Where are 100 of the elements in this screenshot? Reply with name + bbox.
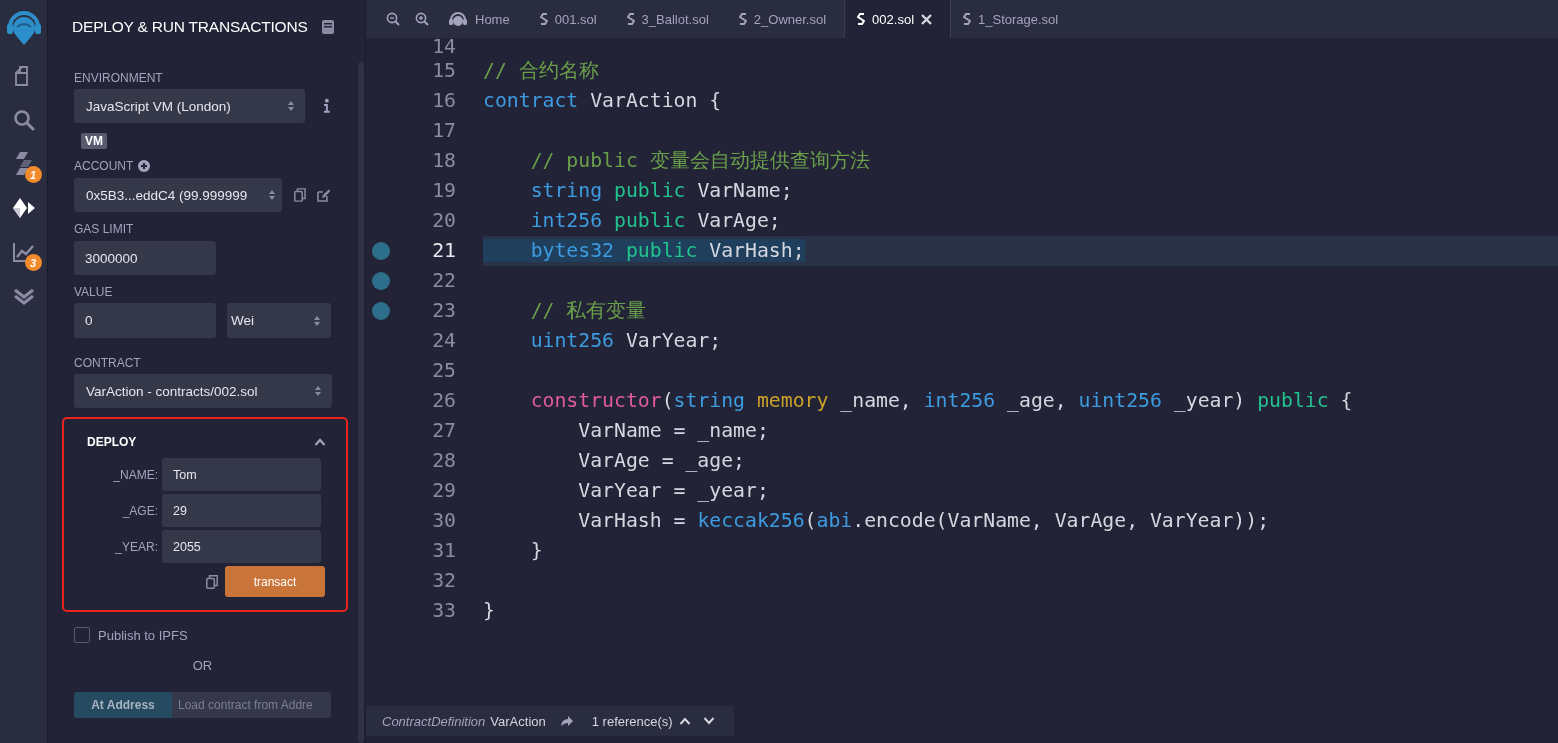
code-line: VarAge = _age;: [577, 449, 745, 472]
forward-arrow-icon[interactable]: [559, 715, 574, 727]
code-line: contract VarAction {: [483, 89, 722, 112]
line-number: 27: [431, 418, 457, 444]
line-number: 22: [431, 268, 457, 294]
select-caret-icon: [287, 100, 296, 112]
field-label: ACCOUNT: [74, 158, 134, 174]
node-name: VarAction: [490, 713, 546, 729]
input-field[interactable]: 3000000: [74, 241, 216, 275]
reference-count: 1 reference(s): [591, 713, 673, 729]
input-field[interactable]: 29: [162, 494, 321, 527]
editor-tab[interactable]: 001.sol: [527, 0, 615, 38]
field-label: GAS LIMIT: [74, 221, 134, 237]
line-number: 18: [431, 148, 457, 174]
file-icon: [738, 12, 747, 26]
breakpoint-dot[interactable]: [372, 242, 390, 260]
code-line: VarHash = keccak256(abi.encode(VarName, VarAge, VarYear));: [577, 509, 1270, 532]
search-icon[interactable]: [12, 109, 35, 131]
line-number: 25: [431, 358, 457, 384]
at-address-button[interactable]: At Address: [74, 692, 172, 718]
edit-icon[interactable]: [317, 188, 331, 202]
notification-badge: 1: [24, 166, 42, 183]
line-number: 17: [431, 118, 457, 144]
double-check-icon[interactable]: [12, 286, 35, 306]
plus-circle-icon[interactable]: [138, 160, 151, 172]
unit-select[interactable]: Wei: [227, 303, 331, 338]
line-number: 23: [431, 298, 457, 324]
file-icon: [857, 12, 866, 26]
environment-badge: VM: [81, 133, 107, 149]
field-label: VALUE: [74, 284, 113, 300]
editor-tab[interactable]: Home: [436, 0, 528, 38]
address-field[interactable]: Load contract from Addre: [172, 692, 331, 718]
breakpoint-dot[interactable]: [372, 302, 390, 320]
field-label: ENVIRONMENT: [74, 70, 163, 86]
section-title: DEPLOY: [87, 435, 137, 449]
file-icon: [626, 12, 635, 26]
code-line: // public 变量会自动提供查询方法: [529, 149, 870, 172]
panel-title: DEPLOY & RUN TRANSACTIONS: [72, 18, 308, 36]
zoom-out-icon[interactable]: [385, 12, 400, 26]
select-caret-icon: [267, 189, 276, 201]
code-line: string public VarName;: [529, 179, 793, 202]
line-number: 33: [431, 598, 457, 624]
param-label: _YEAR:: [114, 539, 159, 554]
param-label: _AGE:: [121, 503, 159, 518]
line-number: 26: [431, 388, 457, 414]
chevron-up-icon[interactable]: [678, 717, 691, 725]
node-type: ContractDefinition: [382, 713, 486, 729]
line-number: 19: [431, 178, 457, 204]
code-line: uint256 VarYear;: [529, 329, 722, 352]
editor-tab[interactable]: 1_Storage.sol: [951, 0, 1077, 38]
input-field[interactable]: Tom: [162, 458, 321, 491]
checkbox-label: Publish to IPFS: [98, 627, 188, 643]
line-number: 15: [431, 58, 457, 84]
code-line: int256 public VarAge;: [529, 209, 781, 232]
info-icon[interactable]: [323, 98, 331, 114]
compile-icon[interactable]: [13, 151, 34, 177]
close-icon[interactable]: [921, 13, 932, 25]
input-field[interactable]: 2055: [162, 530, 321, 563]
account-select[interactable]: 0x5B3...eddC4 (99.999999: [74, 178, 282, 212]
line-number: 28: [431, 448, 457, 474]
copy-icon[interactable]: [294, 188, 307, 202]
line-number: 31: [431, 538, 457, 564]
file-icon: [963, 12, 971, 26]
chevron-down-icon[interactable]: [702, 717, 715, 725]
line-number: 16: [431, 88, 457, 114]
zoom-in-icon[interactable]: [414, 12, 429, 26]
field-label: CONTRACT: [74, 355, 141, 371]
notification-badge: 3: [24, 254, 42, 271]
book-icon[interactable]: [321, 20, 334, 34]
code-line: constructor(string memory _name, int256 _age, uint256 _year) public {: [529, 389, 1353, 412]
code-line: VarYear = _year;: [577, 479, 769, 502]
contract-select[interactable]: VarAction - contracts/002.sol: [74, 374, 332, 408]
line-number: 24: [431, 328, 457, 354]
code-line: }: [483, 599, 495, 622]
editor-tab[interactable]: 2_Owner.sol: [726, 0, 845, 38]
editor-tab[interactable]: 002.sol: [844, 0, 951, 38]
param-label: _NAME:: [112, 467, 159, 482]
deploy-icon[interactable]: [11, 197, 36, 219]
breakpoint-dot[interactable]: [372, 272, 390, 290]
file-icon: [539, 12, 548, 26]
editor-tab[interactable]: 3_Ballot.sol: [614, 0, 727, 38]
select-caret-icon: [314, 385, 322, 397]
select-caret-icon: [313, 314, 321, 327]
line-number: 30: [431, 508, 457, 534]
line-number: 14: [431, 38, 457, 56]
input-field[interactable]: 0: [74, 303, 216, 338]
line-number: 32: [431, 568, 457, 594]
copy-icon[interactable]: [206, 574, 218, 589]
scrollbar[interactable]: [358, 62, 364, 743]
line-number: 21: [431, 238, 457, 264]
line-number: 20: [431, 208, 457, 234]
separator-text: OR: [192, 658, 213, 673]
code-line: }: [529, 539, 543, 562]
headset-icon: [448, 11, 468, 27]
checkbox[interactable]: [74, 627, 90, 643]
environment-select[interactable]: JavaScript VM (London): [74, 89, 306, 123]
line-number: 29: [431, 478, 457, 504]
code-line: // 私有变量: [529, 299, 647, 322]
chevron-up-icon[interactable]: [314, 438, 326, 446]
code-line: // 合约名称: [483, 59, 599, 82]
